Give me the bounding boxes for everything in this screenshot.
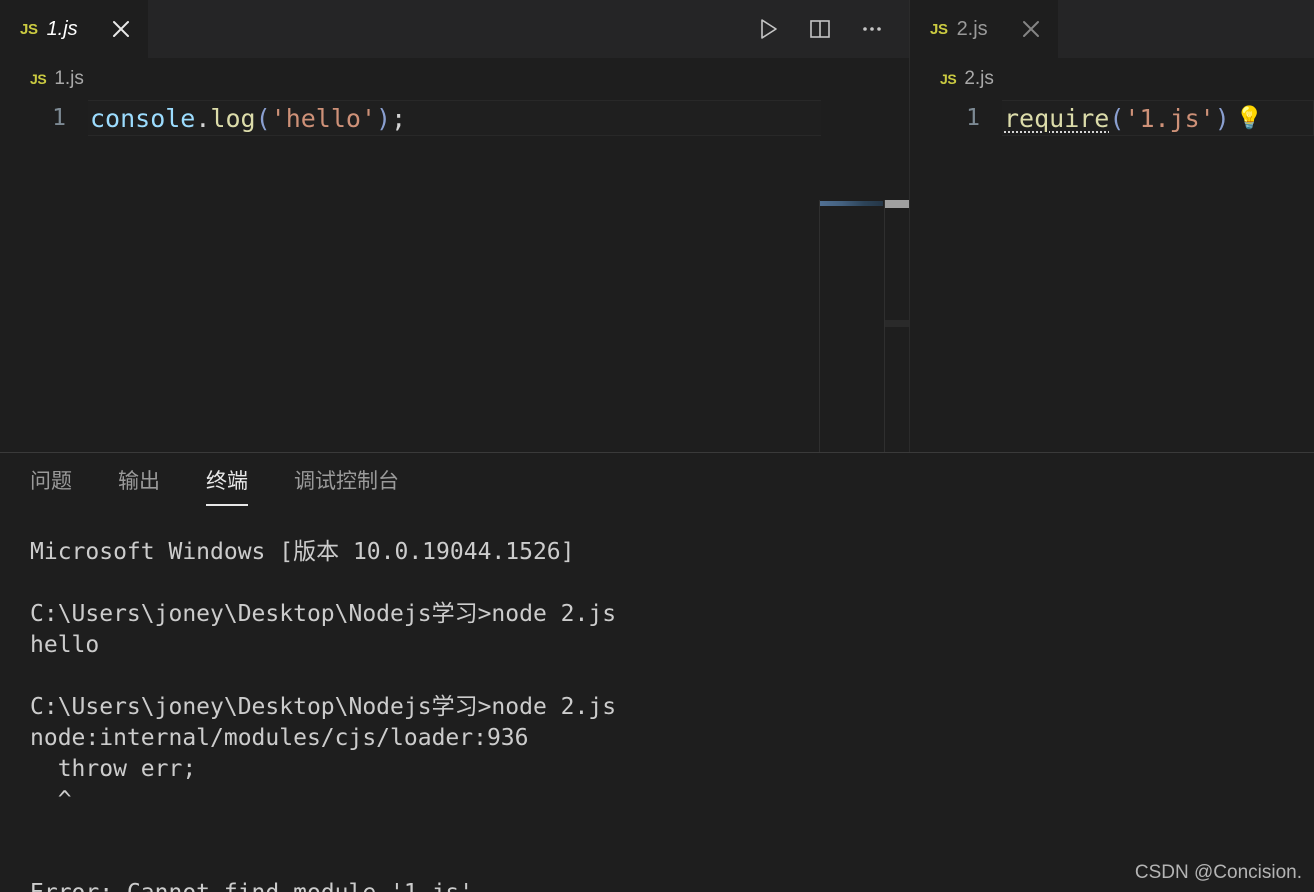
terminal-line: Microsoft Windows [版本 10.0.19044.1526]	[30, 539, 575, 565]
tabbar-empty-space	[1057, 0, 1314, 58]
editor-group-right: JS 2.js JS 2.js 1 require('1.js') 💡	[910, 0, 1314, 452]
terminal-line: C:\Users\joney\Desktop\Nodejs学习>node 2.j…	[30, 601, 617, 627]
run-icon[interactable]	[753, 14, 783, 44]
terminal-output[interactable]: Microsoft Windows [版本 10.0.19044.1526] C…	[0, 511, 1314, 892]
code-editor-right[interactable]: 1 require('1.js') 💡	[910, 100, 1314, 452]
code-editor-left[interactable]: 1 console.log('hello');	[0, 100, 909, 452]
tabbar-empty-space	[147, 0, 753, 58]
breadcrumb-item-file[interactable]: JS 2.js	[940, 68, 994, 90]
split-editor-icon[interactable]	[805, 14, 835, 44]
tab-terminal[interactable]: 终端	[206, 465, 248, 506]
editor-actions-left	[753, 0, 909, 58]
vscode-window: JS 1.js JS 1.js 1 console.log('hello'); …	[0, 0, 1314, 892]
code-tokens: require('1.js')	[1004, 103, 1230, 133]
tab-1js[interactable]: JS 1.js	[0, 0, 148, 58]
code-line-1[interactable]: 1 require('1.js') 💡	[910, 100, 1314, 136]
overview-ruler-mark	[885, 320, 909, 327]
js-file-icon: JS	[20, 20, 38, 38]
tab-label: 2.js	[956, 17, 988, 40]
breadcrumb-label: 2.js	[964, 68, 994, 89]
breadcrumb-item-file[interactable]: JS 1.js	[30, 68, 84, 90]
editor-area: JS 1.js JS 1.js 1 console.log('hello'); …	[0, 0, 1314, 452]
editor-group-left: JS 1.js JS 1.js 1 console.log('hello');	[0, 0, 910, 452]
js-file-icon: JS	[930, 20, 948, 38]
line-number: 1	[966, 105, 980, 131]
tabbar-left: JS 1.js	[0, 0, 909, 58]
minimap[interactable]	[819, 200, 884, 452]
terminal-line: hello	[30, 632, 100, 658]
scrollbar-thumb[interactable]	[885, 200, 909, 208]
terminal-line: node:internal/modules/cjs/loader:936	[30, 725, 529, 751]
tabbar-right: JS 2.js	[910, 0, 1314, 58]
panel-tablist: 问题 输出 终端 调试控制台	[0, 453, 1314, 511]
breadcrumb-label: 1.js	[54, 68, 84, 89]
code-line-1[interactable]: 1 console.log('hello');	[0, 100, 909, 136]
breadcrumb-right: JS 2.js	[910, 58, 1314, 100]
code-line-content[interactable]: console.log('hello');	[88, 100, 821, 136]
close-icon[interactable]	[108, 16, 134, 42]
terminal-line: throw err;	[30, 756, 197, 782]
editor-vertical-scrollbar[interactable]	[884, 200, 909, 452]
js-file-icon: JS	[30, 71, 47, 87]
tab-debug-console[interactable]: 调试控制台	[294, 465, 399, 499]
terminal-line: Error: Cannot find module '1.js'	[30, 878, 1314, 892]
close-icon[interactable]	[1018, 16, 1044, 42]
code-tokens: console.log('hello');	[90, 103, 407, 133]
tab-problems[interactable]: 问题	[30, 465, 72, 499]
code-line-content[interactable]: require('1.js') 💡	[1002, 100, 1314, 136]
tab-output[interactable]: 输出	[118, 465, 160, 499]
tab-2js[interactable]: JS 2.js	[910, 0, 1058, 58]
minimap-code-line	[820, 201, 883, 206]
breadcrumb-left: JS 1.js	[0, 58, 909, 100]
lightbulb-icon[interactable]: 💡	[1236, 107, 1263, 129]
js-file-icon: JS	[940, 71, 957, 87]
terminal-line: ^	[30, 787, 72, 813]
bottom-panel: 问题 输出 终端 调试控制台 Microsoft Windows [版本 10.…	[0, 452, 1314, 892]
more-actions-icon[interactable]	[857, 14, 887, 44]
tab-label: 1.js	[46, 17, 78, 40]
line-number: 1	[52, 105, 66, 131]
terminal-line: C:\Users\joney\Desktop\Nodejs学习>node 2.j…	[30, 694, 617, 720]
